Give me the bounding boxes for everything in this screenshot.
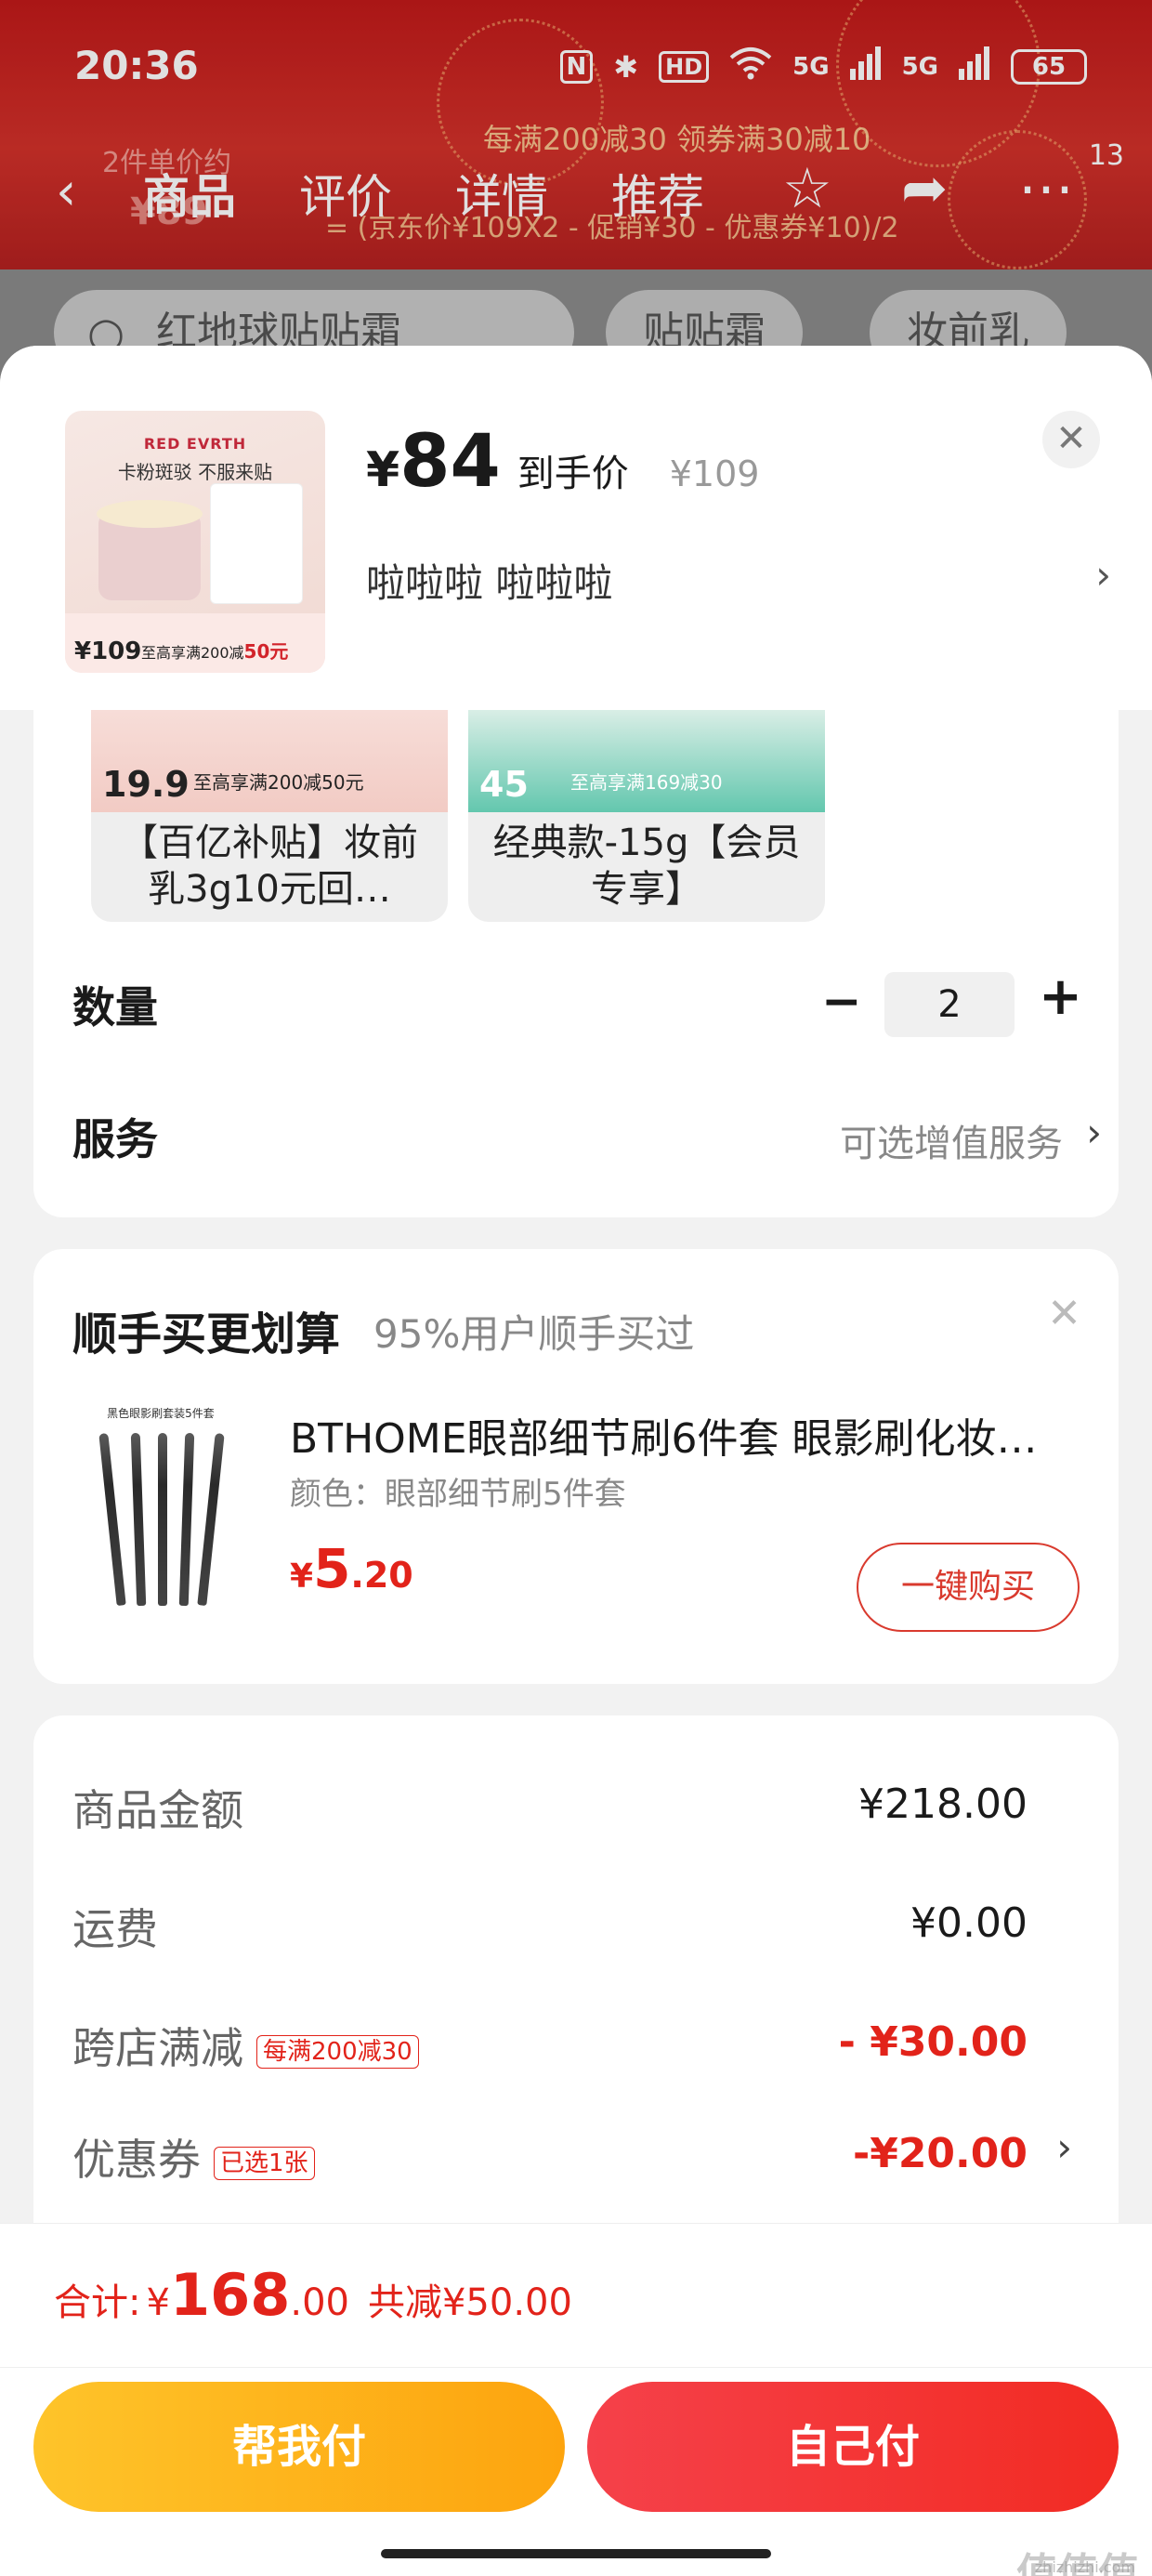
summary-row-label: 商品金额 [72,1785,243,1835]
variant-option[interactable]: 45 至高享满169减30 经典款-15g【会员专享】 [468,710,825,922]
variant-image-text: 至高享满200减50元 [193,771,364,794]
bundle-card: 顺手买更划算 95%用户顺手买过 ✕ 黑色眼影刷套装5件套 BTHOME眼部细节… [33,1249,1119,1684]
variant-name: 【百亿补贴】妆前乳3g10元回… [121,821,418,911]
bundle-product-spec: 颜色：眼部细节刷5件套 [290,1476,626,1513]
close-button[interactable]: ✕ [1042,411,1100,468]
brush-graphic [197,1432,225,1607]
discount-tag: 每满200减30 [256,2034,419,2069]
quantity-decrease-button[interactable]: − [821,974,862,1030]
price-label: 到手价 [517,453,629,495]
total-label: 合计: [54,2281,141,2324]
product-thumbnail: RED EVRTH 卡粉斑驳 不服来贴 ¥109 至高享满200减50元 [65,411,325,673]
selected-spec[interactable]: 啦啦啦 啦啦啦 [366,552,612,609]
bundle-subtitle: 95%用户顺手买过 [373,1311,695,1357]
variant-image-text: 至高享满169减30 [570,771,723,794]
brush-graphic [158,1433,167,1606]
self-pay-button[interactable]: 自己付 [587,2382,1119,2512]
final-price: ¥ 84 到手价 ¥109 [366,420,759,504]
original-price: ¥109 [669,453,760,494]
checkout-footer: 合计: ¥ 168 .00 共减¥50.00 帮我付 自己付 值值值 zhizh… [0,2223,1152,2576]
coupon-tag: 已选1张 [214,2146,315,2180]
price-value: 84 [399,420,501,504]
quantity-label: 数量 [72,982,158,1032]
price-currency: ¥ [366,442,400,498]
quantity-increase-button[interactable]: + [1039,966,1082,1027]
one-click-buy-button[interactable]: 一键购买 [857,1543,1080,1632]
total-currency: ¥ [146,2281,170,2324]
service-label: 服务 [72,1114,158,1164]
thumbnail-price: ¥109 [74,637,142,665]
variant-name: 经典款-15g【会员专享】 [492,821,801,911]
bundle-title: 顺手买更划算 [72,1308,341,1360]
sheet-header: RED EVRTH 卡粉斑驳 不服来贴 ¥109 至高享满200减50元 ¥ 8… [0,346,1152,710]
bundle-close-icon[interactable]: ✕ [1047,1290,1081,1337]
variant-image: 45 至高享满169减30 [468,710,825,812]
thumbnail-promo: 至高享满200减50元 [141,640,289,663]
chevron-right-icon[interactable]: › [1095,552,1111,598]
help-pay-button[interactable]: 帮我付 [33,2382,565,2512]
dim-overlay [0,0,1152,390]
variant-image: 19.9 至高享满200减50元 [91,710,448,812]
home-indicator[interactable] [381,2549,771,2558]
summary-row-label: 跨店满减 每满200减30 [72,2015,419,2076]
total-savings: 共减¥50.00 [367,2281,572,2324]
watermark-url: zhizhizhi.com [1034,2558,1135,2576]
variant-image-price: 45 [479,764,529,805]
summary-row-value: - ¥30.00 [838,2018,1028,2066]
total-decimal: .00 [290,2281,349,2324]
brush-image-caption: 黑色眼影刷套装5件套 [107,1407,215,1420]
variant-image-price: 19.9 [102,764,190,805]
summary-row-label[interactable]: 优惠券 已选1张 [72,2126,315,2188]
bundle-product-name[interactable]: BTHOME眼部细节刷6件套 眼影刷化妆… [290,1405,1080,1465]
brush-graphic [98,1432,126,1607]
brush-set-image[interactable]: 黑色眼影刷套装5件套 [91,1405,230,1610]
variant-option[interactable]: 19.9 至高享满200减50元 【百亿补贴】妆前乳3g10元回… [91,710,448,922]
chevron-right-icon[interactable]: › [1086,1110,1102,1155]
promo-card-image [210,483,303,604]
summary-row-label: 运费 [72,1904,158,1954]
chevron-right-icon[interactable]: › [1056,2124,1072,2170]
summary-row-value: ¥218.00 [858,1781,1028,1828]
brush-graphic [130,1432,147,1607]
total-price: 合计: ¥ 168 .00 共减¥50.00 [54,2261,572,2329]
total-integer: 168 [169,2261,291,2329]
service-value[interactable]: 可选增值服务 [840,1113,1063,1167]
bundle-product-price: ¥5.20 [290,1537,413,1600]
divider [0,2367,1152,2368]
summary-row-value: ¥0.00 [910,1899,1028,1947]
quantity-input[interactable]: 2 [884,972,1015,1037]
summary-row-value[interactable]: -¥20.00 [853,2130,1028,2177]
thumbnail-brand: RED EVRTH [143,435,247,453]
brush-graphic [178,1432,195,1607]
thumbnail-slogan: 卡粉斑驳 不服来贴 [117,461,273,483]
product-jar-lid [97,500,203,528]
